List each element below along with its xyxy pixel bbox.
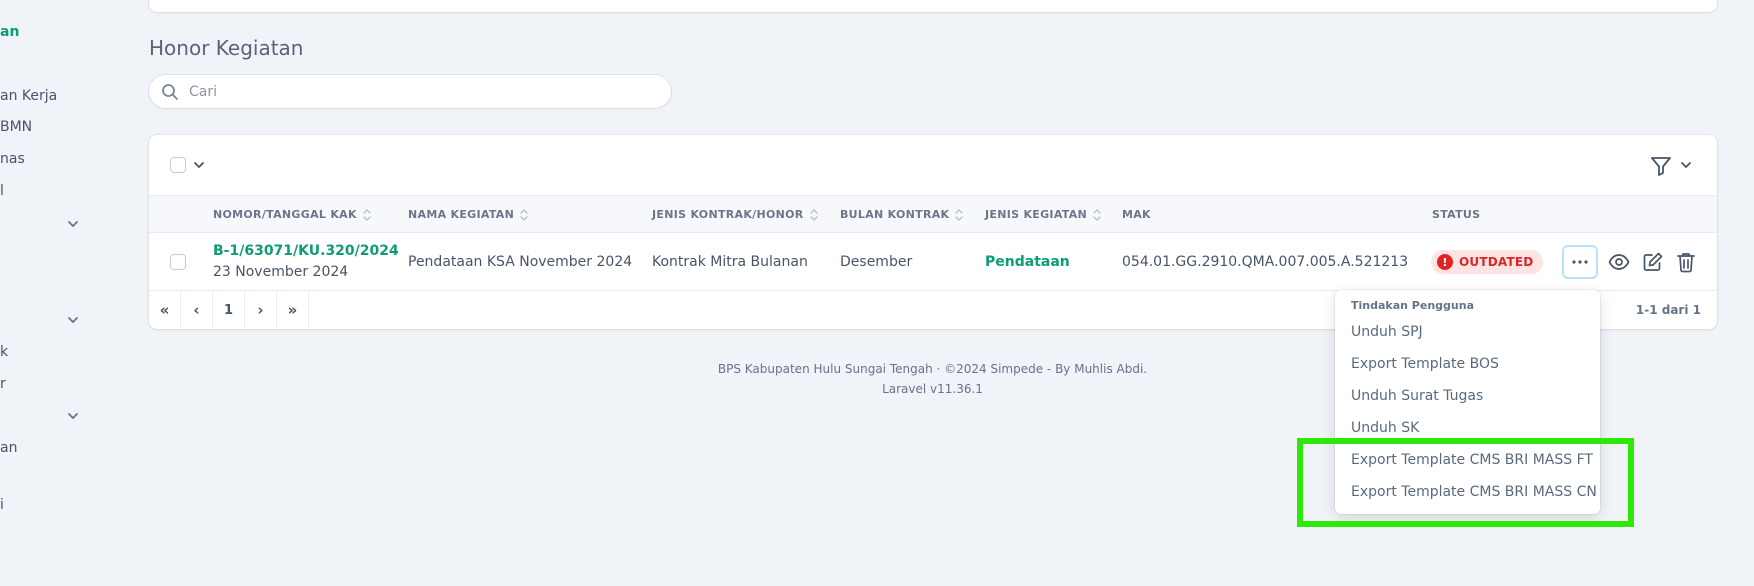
- menu-item-export-cms-bri-mass-cn[interactable]: Export Template CMS BRI MASS CN: [1351, 484, 1597, 500]
- page-1-button[interactable]: 1: [213, 291, 245, 329]
- contract-type: Kontrak Mitra Bulanan: [652, 254, 808, 270]
- pagination-range: 1-1 dari 1: [1635, 303, 1701, 317]
- chevron-down-icon[interactable]: [193, 159, 205, 171]
- eye-icon[interactable]: [1608, 251, 1630, 273]
- top-card: [149, 0, 1717, 12]
- activity-name: Pendataan KSA November 2024: [408, 254, 633, 270]
- pagination: « ‹ 1 › »: [149, 291, 309, 329]
- search-box[interactable]: [149, 75, 671, 108]
- sidebar-item[interactable]: r: [0, 376, 6, 392]
- next-page-button[interactable]: ›: [245, 291, 277, 329]
- sort-icon[interactable]: [520, 208, 528, 222]
- table-row: B-1/63071/KU.320/2024 23 November 2024 P…: [149, 233, 1717, 291]
- menu-item-export-template-bos[interactable]: Export Template BOS: [1351, 356, 1499, 372]
- status-badge: ! OUTDATED: [1431, 250, 1544, 274]
- chevron-down-icon[interactable]: [66, 217, 80, 231]
- mak-code: 054.01.GG.2910.QMA.007.005.A.521213: [1122, 254, 1409, 270]
- sort-icon[interactable]: [809, 208, 818, 222]
- trash-icon[interactable]: [1675, 251, 1697, 273]
- more-actions-button[interactable]: [1562, 245, 1598, 279]
- sidebar-item[interactable]: i: [0, 497, 4, 513]
- column-header[interactable]: NAMA KEGIATAN: [408, 208, 528, 222]
- column-header: STATUS: [1432, 208, 1481, 221]
- sort-icon[interactable]: [1093, 208, 1101, 222]
- menu-item-unduh-surat-tugas[interactable]: Unduh Surat Tugas: [1351, 388, 1483, 404]
- sidebar-item[interactable]: l: [0, 183, 4, 199]
- alert-icon: !: [1437, 254, 1453, 270]
- status-text: OUTDATED: [1459, 255, 1534, 269]
- menu-item-export-cms-bri-mass-ft[interactable]: Export Template CMS BRI MASS FT: [1351, 452, 1593, 468]
- sidebar-item[interactable]: an Kerja: [0, 88, 57, 104]
- column-header[interactable]: JENIS KONTRAK/HONOR: [652, 208, 818, 222]
- table-header: NOMOR/TANGGAL KAK NAMA KEGIATAN JENIS KO…: [149, 195, 1717, 233]
- chevron-down-icon[interactable]: [66, 409, 80, 423]
- column-header[interactable]: JENIS KEGIATAN: [985, 208, 1101, 222]
- menu-item-unduh-sk[interactable]: Unduh SK: [1351, 420, 1419, 436]
- search-icon: [162, 84, 178, 100]
- search-input[interactable]: [189, 81, 649, 103]
- table-toolbar: [149, 135, 1717, 195]
- contract-month: Desember: [840, 254, 913, 270]
- footer-credits: BPS Kabupaten Hulu Sungai Tengah · ©2024…: [717, 362, 1148, 376]
- footer-version: Laravel v11.36.1: [882, 382, 983, 396]
- sort-icon[interactable]: [363, 208, 371, 222]
- activity-type: Pendataan: [985, 254, 1070, 270]
- page-title: Honor Kegiatan: [149, 36, 304, 60]
- select-all-checkbox[interactable]: [170, 157, 186, 173]
- chevron-down-icon[interactable]: [66, 313, 80, 327]
- prev-page-button[interactable]: ‹: [181, 291, 213, 329]
- kak-number-link[interactable]: B-1/63071/KU.320/2024: [213, 243, 399, 259]
- sidebar-item[interactable]: BMN: [0, 119, 32, 135]
- filter-icon[interactable]: [1650, 155, 1672, 177]
- kak-date: 23 November 2024: [213, 264, 349, 280]
- last-page-button[interactable]: »: [277, 291, 309, 329]
- column-header[interactable]: BULAN KONTRAK: [840, 208, 964, 222]
- row-checkbox[interactable]: [170, 254, 186, 270]
- sidebar-item[interactable]: an: [0, 24, 19, 40]
- column-header: MAK: [1122, 208, 1151, 221]
- sidebar-item[interactable]: k: [0, 344, 8, 360]
- footer: BPS Kabupaten Hulu Sungai Tengah · ©2024…: [660, 359, 1205, 399]
- menu-item-unduh-spj[interactable]: Unduh SPJ: [1351, 324, 1423, 340]
- column-header[interactable]: NOMOR/TANGGAL KAK: [213, 208, 371, 222]
- chevron-down-icon[interactable]: [1680, 159, 1692, 171]
- ellipsis-icon: [1572, 260, 1588, 264]
- actions-dropdown: Tindakan Pengguna Unduh SPJ Export Templ…: [1335, 290, 1600, 514]
- edit-icon[interactable]: [1642, 251, 1664, 273]
- first-page-button[interactable]: «: [149, 291, 181, 329]
- sidebar: an an Kerja BMN nas l k r an i: [0, 0, 90, 586]
- sidebar-item[interactable]: an: [0, 440, 17, 456]
- sort-icon[interactable]: [955, 208, 964, 222]
- sidebar-item[interactable]: nas: [0, 151, 25, 167]
- dropdown-header: Tindakan Pengguna: [1351, 299, 1474, 312]
